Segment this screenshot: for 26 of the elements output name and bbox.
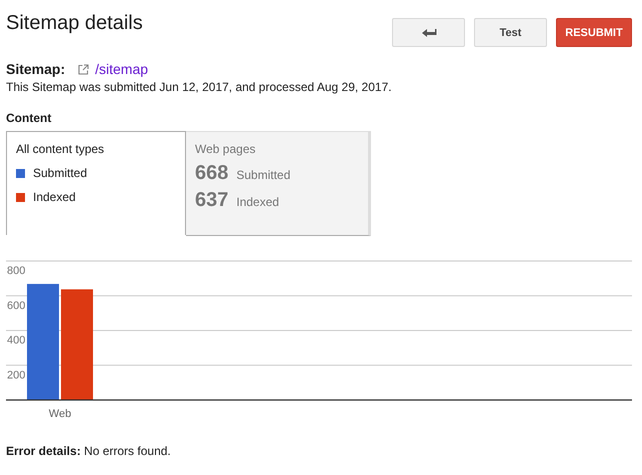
y-tick-label: 800 <box>7 265 26 277</box>
tab-title: Web pages <box>195 142 256 156</box>
legend-label: Submitted <box>33 166 88 180</box>
legend-label: Indexed <box>33 190 76 204</box>
summary-text: This Sitemap was submitted Jun 12, 2017, and processed Aug 29, 2017. <box>6 80 393 94</box>
page-title: Sitemap details <box>6 12 143 35</box>
stat-label: Indexed <box>236 195 280 209</box>
sitemap-label: Sitemap: <box>6 61 66 77</box>
stat-label: Submitted <box>236 168 290 182</box>
tab-title: All content types <box>16 142 106 156</box>
sitemap-link[interactable]: /sitemap <box>95 61 148 77</box>
content-heading: Content <box>6 111 52 125</box>
test-button[interactable]: Test <box>474 18 547 47</box>
back-button[interactable] <box>392 18 465 47</box>
content-tab[interactable]: All content types Submitted Indexed <box>6 131 186 235</box>
external-link-icon[interactable] <box>78 64 90 74</box>
y-tick-label: 600 <box>7 300 26 312</box>
content-tab[interactable]: Web pages 668 Submitted 637 Indexed <box>186 131 371 236</box>
stat-value: 637 <box>195 189 228 212</box>
error-details-text: Error details: No errors found. <box>6 444 172 458</box>
back-arrow-icon <box>420 28 436 38</box>
x-category-label: Web <box>48 408 72 420</box>
resubmit-button[interactable]: RESUBMIT <box>556 18 632 47</box>
y-tick-label: 200 <box>7 369 26 382</box>
y-tick-label: 400 <box>7 334 26 346</box>
stat-value: 668 <box>195 162 228 185</box>
